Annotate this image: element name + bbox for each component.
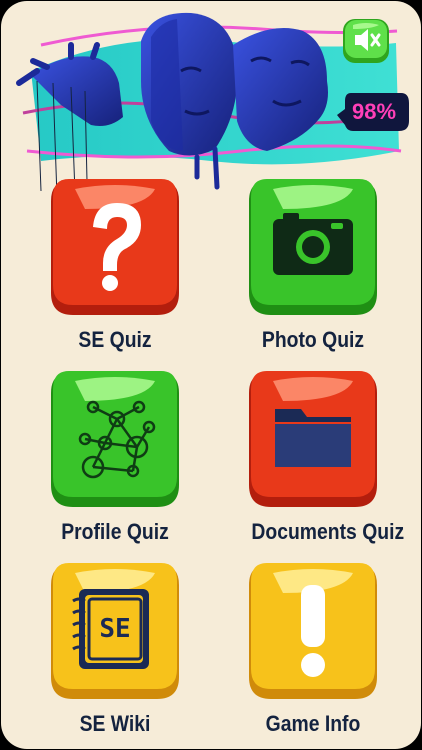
exclamation-mark-icon [249,563,377,699]
photo-quiz-label: Photo Quiz [261,327,365,352]
documents-quiz-label: Documents Quiz [251,519,405,544]
profile-quiz-button[interactable]: Profile Quiz [45,367,185,545]
app-screen: 98% SE Quiz Photo Quiz Profile Quiz Docu… [1,1,421,749]
network-graph-icon [51,371,179,507]
profile-quiz-label: Profile Quiz [61,519,169,544]
se-quiz-button[interactable]: SE Quiz [45,175,185,353]
completion-percent-text: 98% [351,99,397,124]
question-mark-icon [51,179,179,315]
notebook-icon: SE [51,563,179,699]
documents-quiz-button[interactable]: Documents Quiz [243,367,405,545]
completion-badge: 98% [337,89,411,135]
notebook-se-text: SE [99,614,130,644]
sound-toggle-button[interactable] [341,17,391,65]
se-quiz-label: SE Quiz [78,327,152,352]
folder-icon [249,371,377,507]
game-info-label: Game Info [265,711,361,736]
se-wiki-label: SE Wiki [79,711,151,736]
photo-quiz-button[interactable]: Photo Quiz [243,175,383,353]
camera-icon [249,179,377,315]
game-info-button[interactable]: Game Info [243,559,383,737]
se-wiki-button[interactable]: SE SE Wiki [45,559,185,737]
